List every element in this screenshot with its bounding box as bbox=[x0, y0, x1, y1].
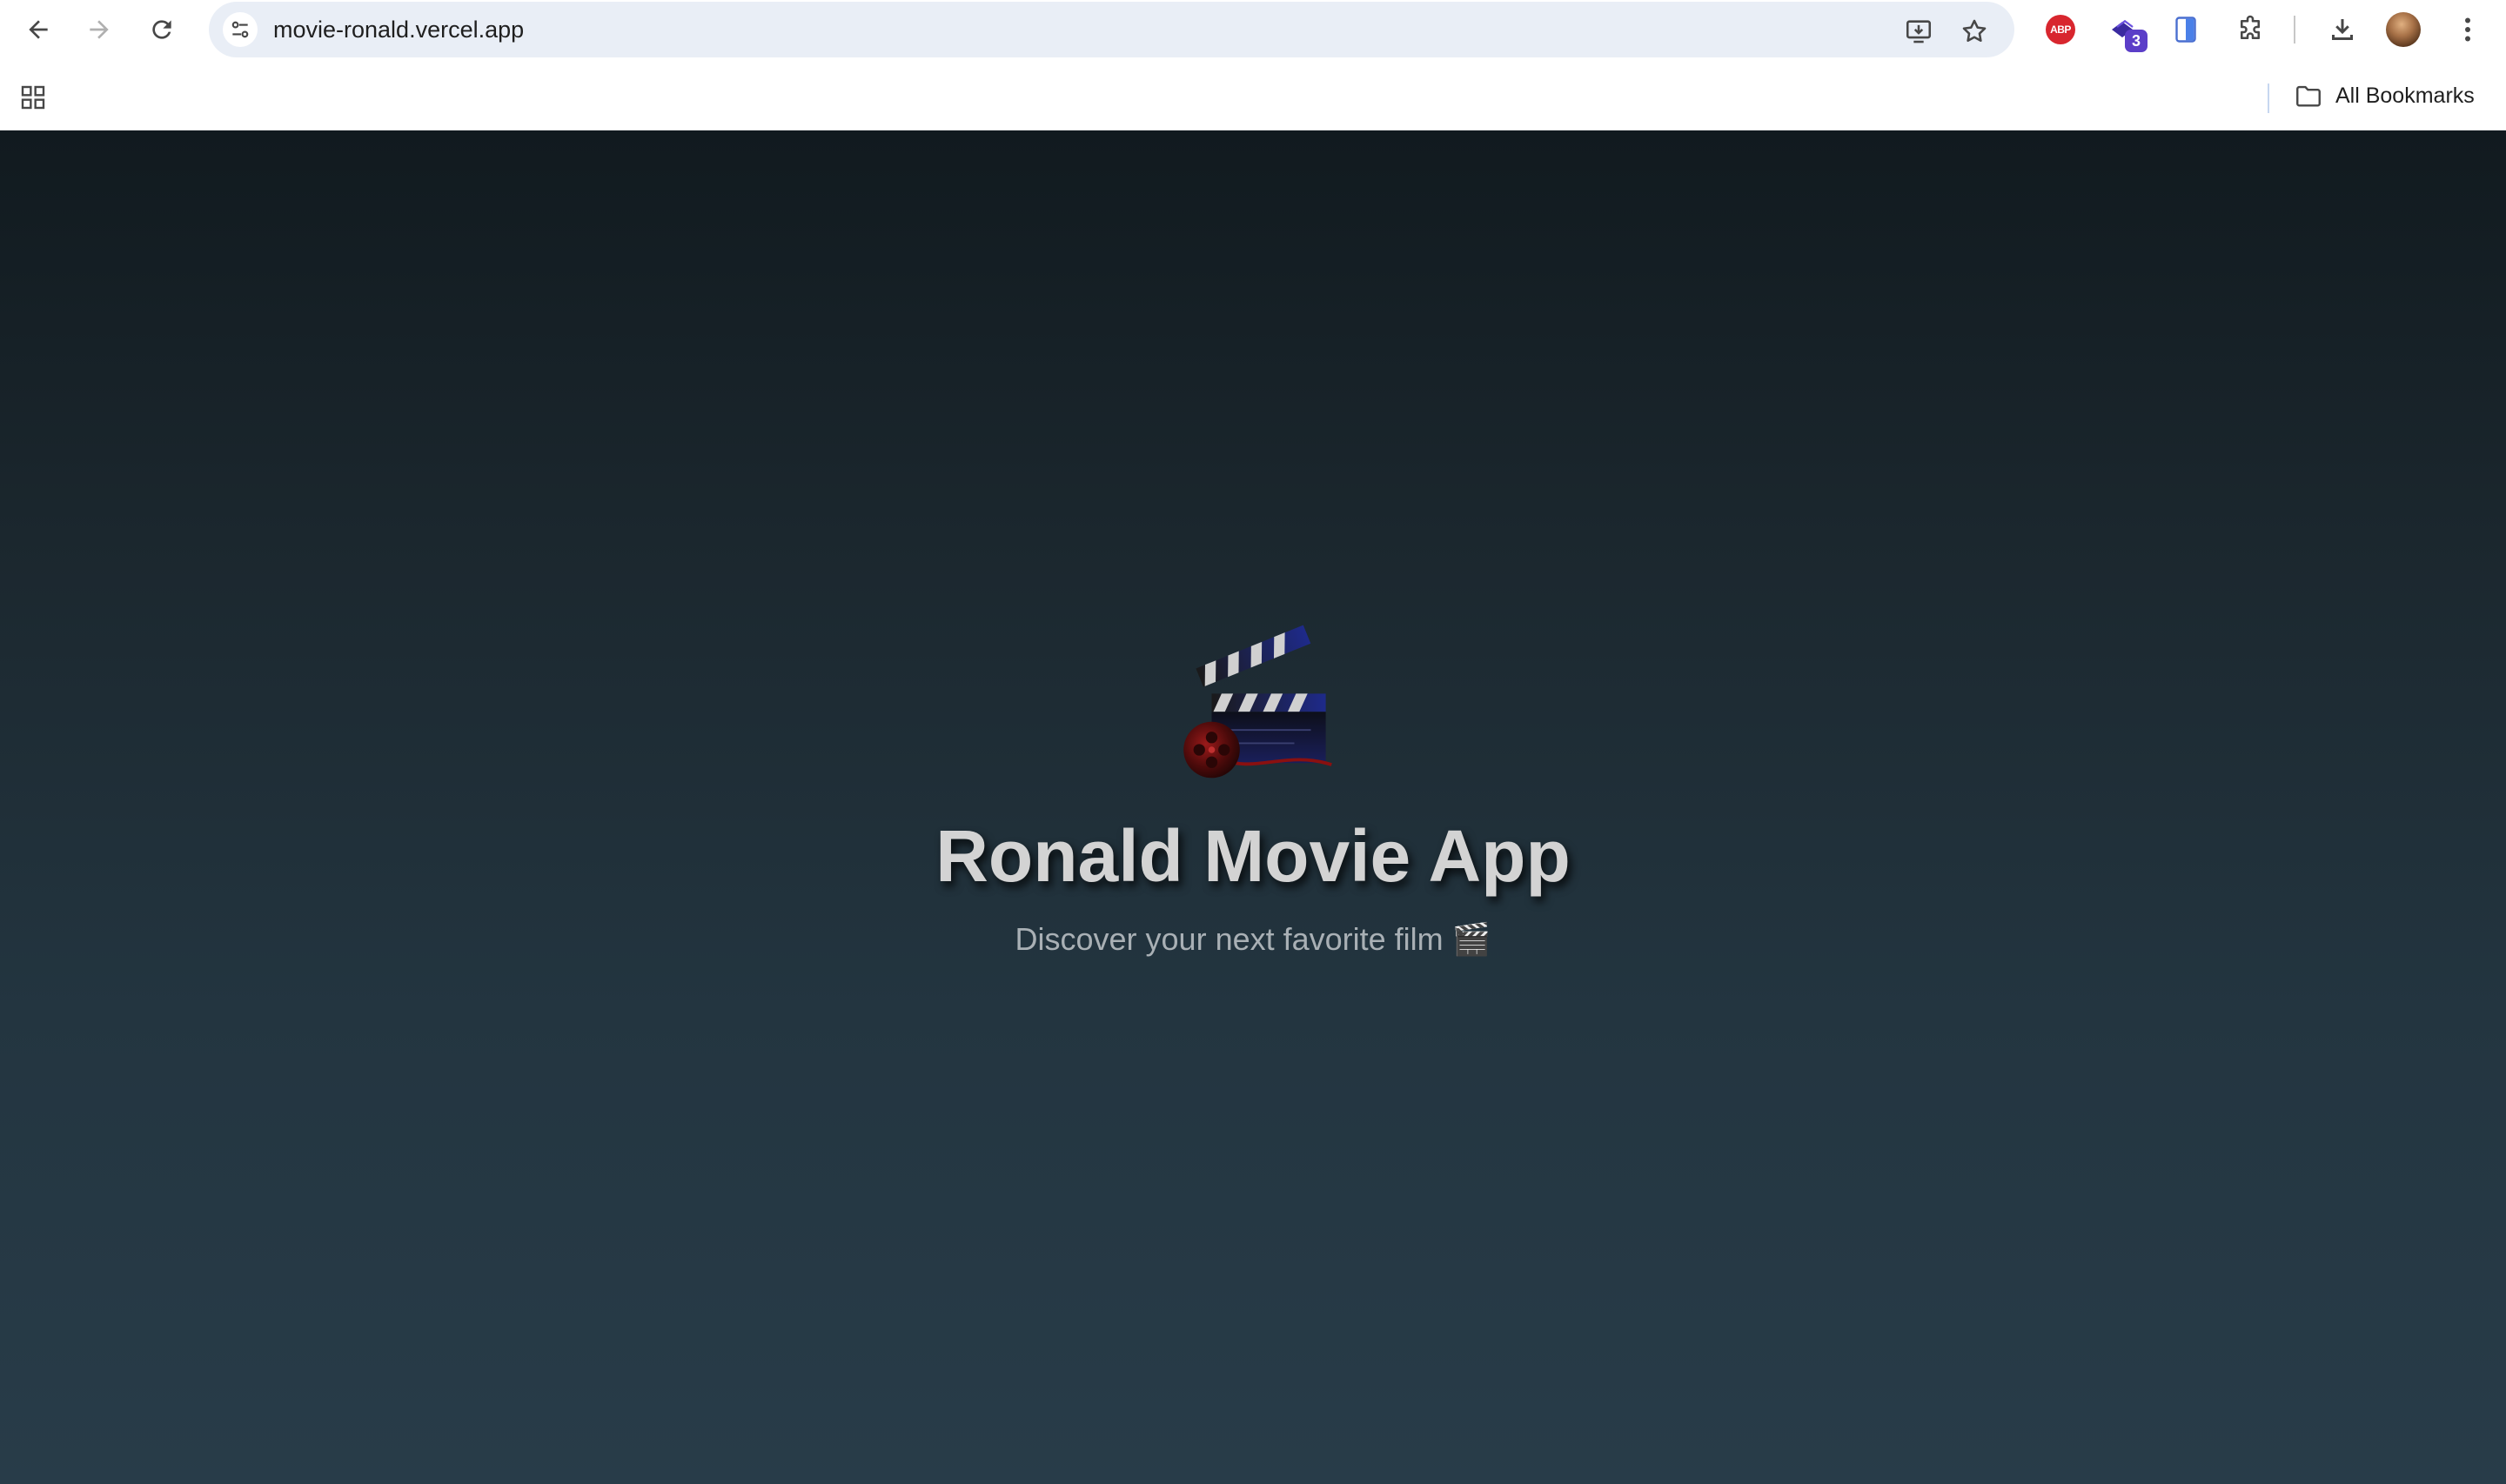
extension-badge: 3 bbox=[2125, 30, 2148, 52]
back-button[interactable] bbox=[21, 12, 56, 47]
all-bookmarks-label: All Bookmarks bbox=[2335, 83, 2475, 108]
apps-button[interactable] bbox=[16, 80, 50, 115]
page-title: Ronald Movie App bbox=[935, 815, 1571, 897]
extension-button[interactable]: 3 bbox=[2107, 12, 2148, 52]
site-info-icon bbox=[231, 21, 249, 38]
chrome-menu-button[interactable] bbox=[2450, 12, 2485, 47]
side-panel-icon bbox=[2175, 17, 2196, 43]
apps-grid-icon bbox=[21, 85, 45, 110]
all-bookmarks-button[interactable]: All Bookmarks bbox=[2294, 78, 2475, 113]
avatar[interactable] bbox=[2386, 12, 2421, 47]
install-app-icon bbox=[1906, 20, 1932, 43]
clapperboard-film-reel-icon bbox=[1183, 625, 1332, 779]
url-text[interactable]: movie-ronald.vercel.app bbox=[273, 2, 524, 57]
extensions-menu-button[interactable] bbox=[2233, 12, 2268, 47]
page-viewport: Ronald Movie App Discover your next favo… bbox=[0, 130, 2506, 1484]
downloads-icon bbox=[2332, 19, 2353, 40]
folder-icon bbox=[2296, 85, 2321, 107]
bookmark-star-icon bbox=[1962, 19, 1987, 43]
reload-icon bbox=[152, 20, 171, 39]
bookmarks-bar: All Bookmarks bbox=[0, 59, 2506, 130]
menu-icon bbox=[2465, 17, 2470, 42]
back-icon bbox=[29, 20, 48, 39]
address-bar[interactable]: movie-ronald.vercel.app bbox=[209, 2, 2014, 57]
adblock-plus-button[interactable]: ABP bbox=[2043, 12, 2078, 47]
forward-button[interactable] bbox=[82, 12, 117, 47]
bookmark-star-button[interactable] bbox=[1957, 14, 1992, 49]
install-app-button[interactable] bbox=[1901, 14, 1936, 49]
browser-toolbar: movie-ronald.vercel.app ABP 3 bbox=[0, 0, 2506, 59]
bookmarks-divider bbox=[2268, 84, 2269, 113]
downloads-button[interactable] bbox=[2325, 12, 2360, 47]
page-subtitle: Discover your next favorite film 🎬 bbox=[1015, 921, 1491, 957]
adblock-plus-icon: ABP bbox=[2046, 15, 2075, 44]
site-info-button[interactable] bbox=[223, 12, 258, 47]
extensions-puzzle-icon bbox=[2240, 15, 2261, 40]
hero-section: Ronald Movie App Discover your next favo… bbox=[0, 618, 2506, 958]
reload-button[interactable] bbox=[144, 12, 179, 47]
side-panel-extension-button[interactable] bbox=[2168, 12, 2203, 47]
forward-icon bbox=[90, 20, 109, 39]
toolbar-divider bbox=[2294, 16, 2295, 43]
